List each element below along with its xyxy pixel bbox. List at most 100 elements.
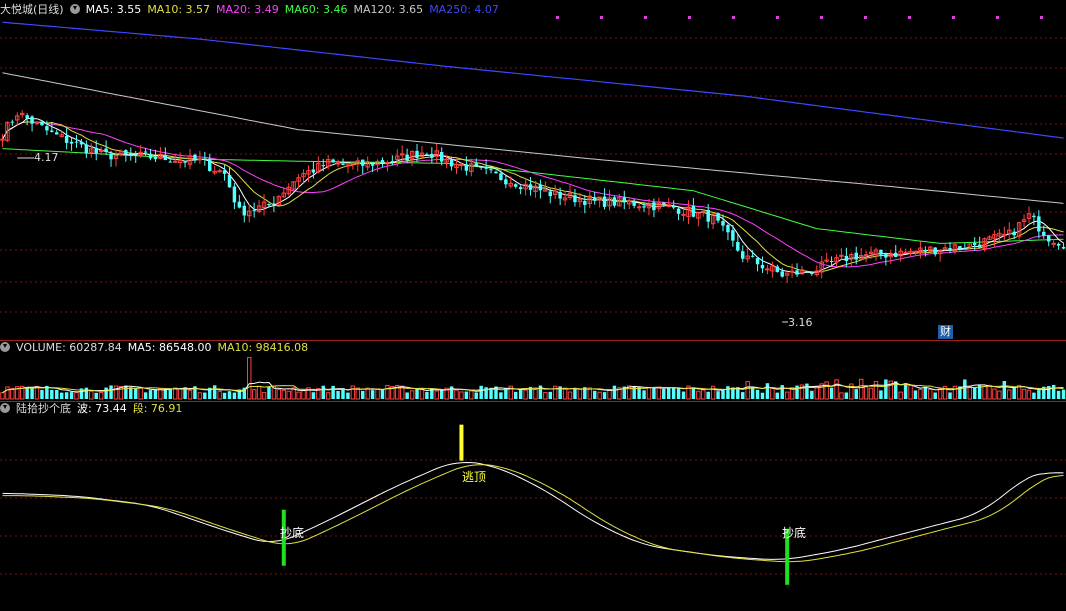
candle-body [913, 250, 918, 253]
candle-body [750, 255, 755, 257]
candle-body [1042, 231, 1046, 236]
volume-bar [464, 391, 469, 399]
volume-bar [967, 385, 972, 400]
volume-bar [567, 391, 573, 400]
candle-body [884, 252, 888, 258]
candle-body [79, 141, 84, 145]
volume-bar [1037, 390, 1041, 399]
volume-bar [256, 385, 262, 400]
volume-bar [755, 389, 760, 399]
candle-body [331, 159, 335, 163]
candle-body [780, 271, 784, 277]
volume-bar [597, 391, 602, 400]
candle-body [153, 156, 158, 160]
volume-bar [415, 388, 419, 399]
ma120-line [2, 72, 1064, 204]
volume-bar [879, 390, 883, 399]
candle-body [222, 170, 227, 174]
volume-bar [109, 385, 113, 399]
candle-body [489, 169, 493, 171]
candle-body [839, 254, 844, 257]
candle-body [464, 164, 469, 171]
indicator-segment-line [2, 464, 1064, 563]
volume-bar [419, 388, 425, 400]
volume-bar [370, 390, 375, 399]
candle-body [237, 201, 242, 208]
dropdown-icon[interactable] [69, 4, 80, 14]
volume-bar [64, 392, 69, 399]
volume-bar [681, 391, 686, 399]
volume-bar [671, 387, 676, 399]
candle-body [504, 179, 508, 185]
volume-bar [346, 392, 350, 399]
volume-bar [203, 392, 207, 399]
volume-bar [197, 392, 203, 400]
candle-body [903, 251, 908, 254]
candle-body [30, 116, 34, 124]
volume-bar [281, 389, 287, 400]
candle-body [0, 138, 5, 141]
candle-body [449, 159, 454, 167]
candle-body [459, 163, 464, 166]
volume-bar [710, 385, 716, 400]
volume-bar [405, 392, 409, 399]
candle-body [390, 160, 395, 162]
candle-body [854, 252, 858, 260]
candle-body [1046, 235, 1051, 242]
candle-body [74, 141, 79, 143]
signal-dot [644, 16, 647, 19]
chart-canvas[interactable] [0, 0, 1066, 611]
volume-bar [903, 383, 908, 399]
candle-body [528, 184, 533, 190]
volume-bar [365, 387, 370, 400]
volume-bar [795, 385, 799, 399]
candle-body [583, 200, 587, 205]
candle-body [972, 242, 977, 245]
volume-bar [251, 389, 257, 400]
volume-bar [652, 387, 656, 399]
volume-bar [854, 389, 858, 399]
candle-body [380, 160, 385, 164]
candle-body [163, 155, 168, 161]
volume-bar [952, 385, 958, 400]
volume-bar [425, 391, 429, 399]
candle-body [558, 192, 562, 199]
volume-bar [784, 391, 790, 400]
volume-bar [59, 392, 64, 399]
volume-bar [153, 389, 158, 399]
volume-bar [923, 387, 928, 399]
candle-body [439, 151, 444, 162]
candle-body [474, 163, 478, 166]
volume-bar [646, 387, 652, 400]
finance-badge[interactable]: 财 [938, 325, 953, 339]
candle-body [863, 254, 869, 257]
candle-body [726, 225, 730, 233]
candle-body [879, 249, 883, 255]
volume-bar [963, 379, 967, 399]
dropdown-icon[interactable] [0, 342, 10, 352]
signal-dot [732, 16, 735, 19]
volume-bar [449, 386, 454, 399]
candle-body [168, 161, 172, 163]
volume-bar [325, 392, 331, 400]
signal-dot [688, 16, 691, 19]
volume-bar [98, 392, 104, 400]
candle-body [84, 144, 89, 154]
volume-bar [0, 392, 5, 400]
candle-body [963, 248, 967, 250]
ma60-value: MA60: 3.46 [284, 3, 348, 16]
volume-bar [168, 388, 172, 399]
candle-body [755, 258, 760, 265]
candle-body [183, 161, 187, 163]
dropdown-icon[interactable] [0, 403, 10, 413]
volume-bar [642, 390, 646, 399]
volume-bar [261, 392, 267, 400]
candle-body [242, 205, 247, 216]
volume-bar [726, 386, 730, 399]
candle-body [415, 150, 419, 158]
volume-bar [745, 381, 750, 400]
volume-bar [884, 379, 888, 399]
volume-bar [824, 381, 829, 400]
volume-bar [548, 391, 553, 399]
candle-body [775, 266, 780, 273]
